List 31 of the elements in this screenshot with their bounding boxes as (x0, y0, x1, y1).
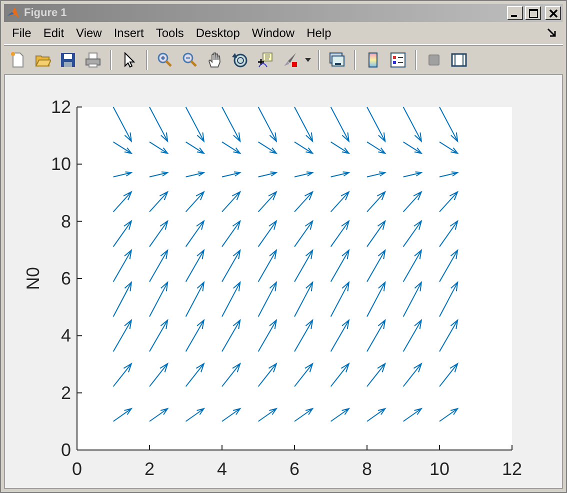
menu-item[interactable]: Tools (150, 26, 190, 40)
menu-item[interactable]: View (70, 26, 108, 40)
tick-label: 12 (50, 97, 71, 117)
tick-label: 6 (290, 459, 300, 479)
menu-item[interactable]: Window (246, 26, 301, 40)
tick-label: 4 (60, 326, 71, 346)
menu-item[interactable]: File (6, 26, 38, 40)
triangle-logo-icon (6, 6, 20, 20)
close-button[interactable] (545, 6, 561, 20)
tick-label: 4 (217, 459, 227, 479)
tick-label: 2 (144, 459, 154, 479)
close-icon (548, 8, 558, 18)
tick-label: 8 (362, 459, 372, 479)
axis-label: N0 (23, 267, 43, 290)
window-title: Figure 1 (24, 7, 68, 19)
tick-label: 0 (60, 440, 71, 460)
minimize-button[interactable] (507, 6, 523, 20)
tick-label: 2 (60, 382, 71, 403)
maximize-icon (528, 8, 538, 18)
tick-label: 12 (502, 459, 522, 479)
maximize-button[interactable] (525, 6, 541, 20)
tick-label: 10 (429, 459, 450, 479)
menu-item[interactable]: Desktop (190, 26, 246, 40)
tick-label: 8 (60, 211, 71, 232)
dock-arrow-icon[interactable] (547, 28, 557, 38)
tick-label: 0 (72, 459, 82, 479)
menu-item[interactable]: Help (300, 26, 338, 40)
menu-item[interactable]: Edit (37, 26, 70, 40)
tick-label: 10 (50, 154, 71, 174)
menu-item[interactable]: Insert (108, 26, 150, 40)
tick-label: 6 (60, 268, 71, 288)
